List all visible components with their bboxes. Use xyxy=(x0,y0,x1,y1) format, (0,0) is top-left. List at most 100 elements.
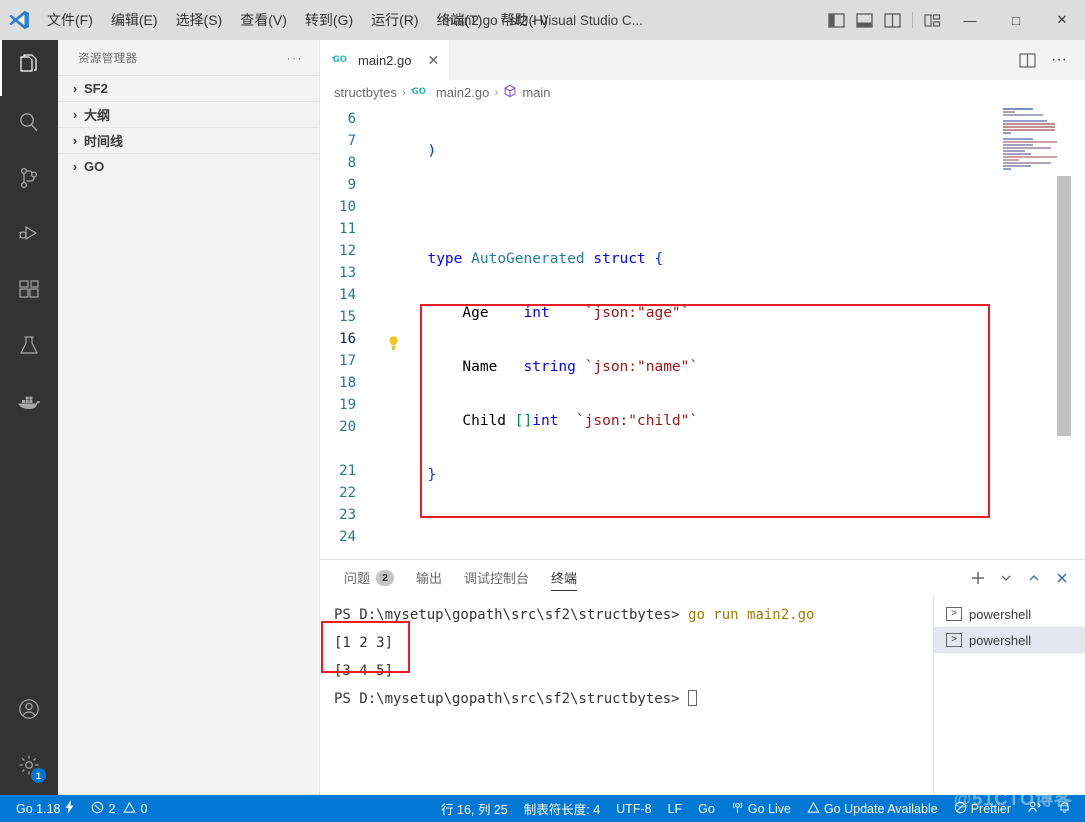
menu-go[interactable]: 转到(G) xyxy=(296,0,362,40)
more-actions-icon[interactable]: ··· xyxy=(1045,46,1073,74)
activity-item-settings[interactable]: 1 xyxy=(0,739,58,795)
explorer-sidebar: 资源管理器 ··· › SF2 › 大纲 › 时间线 › GO xyxy=(58,40,320,795)
editor-toolbar: ··· xyxy=(1013,40,1085,80)
sidebar-item-sf2[interactable]: › SF2 xyxy=(58,75,319,101)
code-line: ) xyxy=(410,143,437,159)
go-live-label: Go Live xyxy=(747,801,791,816)
tab-debug-console[interactable]: 调试控制台 xyxy=(454,560,539,595)
status-go-version[interactable]: Go 1.18 xyxy=(8,795,83,822)
error-count: 2 xyxy=(108,801,116,816)
close-panel-icon[interactable] xyxy=(1049,565,1075,591)
activity-item-explorer[interactable] xyxy=(0,40,58,96)
code-editor[interactable]: 6 7 8 9 10 11 12 13 14 15 16 17 18 19 20… xyxy=(320,104,1085,559)
remote-icon xyxy=(1027,800,1042,817)
activity-item-testing[interactable] xyxy=(0,320,58,376)
prettier-blocked-icon xyxy=(954,801,967,817)
menu-edit[interactable]: 编辑(E) xyxy=(102,0,167,40)
chevron-right-icon: › xyxy=(72,107,78,122)
activity-item-accounts[interactable] xyxy=(0,683,58,739)
status-go-live[interactable]: Go Live xyxy=(723,795,799,822)
activity-item-run-debug[interactable] xyxy=(0,208,58,264)
tab-close-icon[interactable]: ✕ xyxy=(427,53,439,67)
panel-tab-label: 输出 xyxy=(416,571,443,586)
customize-layout-icon[interactable] xyxy=(919,0,947,40)
lightbulb-quickfix-icon[interactable] xyxy=(380,332,406,354)
status-remote[interactable] xyxy=(1019,795,1050,822)
vscode-window: 文件(F) 编辑(E) 选择(S) 查看(V) 转到(G) 运行(R) 终端(T… xyxy=(0,0,1085,822)
activity-item-docker[interactable] xyxy=(0,376,58,432)
status-cursor-position[interactable]: 行 16, 列 25 xyxy=(433,795,516,822)
toggle-primary-sidebar-icon[interactable] xyxy=(822,0,850,40)
titlebar-controls: — □ ✕ xyxy=(822,0,1085,40)
tab-output[interactable]: 输出 xyxy=(406,560,452,595)
menu-run[interactable]: 运行(R) xyxy=(362,0,427,40)
code-content[interactable]: ) type AutoGenerated struct { Age int `j… xyxy=(406,104,1085,559)
menu-help[interactable]: 帮助(H) xyxy=(491,0,556,40)
warning-icon xyxy=(807,801,820,817)
menu-terminal[interactable]: 终端(T) xyxy=(428,0,492,40)
activity-item-search[interactable] xyxy=(0,96,58,152)
sidebar-item-go[interactable]: › GO xyxy=(58,153,319,179)
go-update-label: Go Update Available xyxy=(823,801,938,816)
code-line: } xyxy=(427,467,437,483)
tab-problems[interactable]: 问题 2 xyxy=(334,560,404,595)
menu-view[interactable]: 查看(V) xyxy=(231,0,296,40)
sidebar-item-timeline[interactable]: › 时间线 xyxy=(58,127,319,153)
breadcrumb-item-file[interactable]: main2.go xyxy=(436,85,489,100)
divider xyxy=(912,12,913,28)
status-tab-size[interactable]: 制表符长度: 4 xyxy=(516,795,608,822)
line-number-active: 16 xyxy=(339,331,356,347)
breadcrumb-item-folder[interactable]: structbytes xyxy=(334,85,397,100)
terminal-list-item[interactable]: > powershell xyxy=(934,601,1085,627)
breadcrumb-item-symbol[interactable]: main xyxy=(522,85,550,100)
status-eol[interactable]: LF xyxy=(660,795,691,822)
menu-selection[interactable]: 选择(S) xyxy=(167,0,232,40)
terminal-dropdown-icon[interactable] xyxy=(993,565,1019,591)
chevron-right-icon: › xyxy=(72,159,78,174)
close-button[interactable]: ✕ xyxy=(1039,0,1085,40)
terminal-cursor xyxy=(688,690,698,706)
status-go-update[interactable]: Go Update Available xyxy=(799,795,946,822)
status-bar: Go 1.18 2 0 行 16, 列 25 制表符长度: 4 UTF-8 LF xyxy=(0,789,1085,822)
terminal-output[interactable]: PS D:\mysetup\gopath\src\sf2\structbytes… xyxy=(320,595,933,795)
line-number: 19 xyxy=(339,397,356,413)
minimize-button[interactable]: — xyxy=(947,0,993,40)
workbench-body: 1 资源管理器 ··· › SF2 › 大纲 › 时间线 › GO GO mai… xyxy=(0,40,1085,795)
new-terminal-icon[interactable] xyxy=(965,565,991,591)
minimap[interactable] xyxy=(999,104,1071,559)
line-number: 13 xyxy=(339,265,356,281)
sidebar-header: 资源管理器 ··· xyxy=(58,40,319,75)
beaker-icon xyxy=(17,334,41,363)
activity-item-source-control[interactable] xyxy=(0,152,58,208)
sidebar-title: 资源管理器 xyxy=(78,52,138,65)
sidebar-more-actions-icon[interactable]: ··· xyxy=(287,51,312,65)
go-file-icon: GO xyxy=(410,85,431,100)
line-number: 14 xyxy=(339,287,356,303)
warning-icon xyxy=(123,801,137,817)
menu-file[interactable]: 文件(F) xyxy=(38,0,102,40)
line-number: 10 xyxy=(339,199,356,215)
status-encoding[interactable]: UTF-8 xyxy=(608,795,659,822)
status-prettier[interactable]: Prettier xyxy=(946,795,1019,822)
code-line: Age int `json:"age"` xyxy=(410,305,690,321)
sidebar-item-outline[interactable]: › 大纲 xyxy=(58,101,319,127)
scrollbar-thumb[interactable] xyxy=(1057,176,1071,436)
activity-item-extensions[interactable] xyxy=(0,264,58,320)
line-number: 21 xyxy=(339,463,356,479)
panel-tabs: 问题 2 输出 调试控制台 终端 xyxy=(320,560,1085,595)
terminal-list-item-selected[interactable]: > powershell xyxy=(934,627,1085,653)
status-language-mode[interactable]: Go xyxy=(690,795,723,822)
maximize-button[interactable]: □ xyxy=(993,0,1039,40)
toggle-panel-icon[interactable] xyxy=(850,0,878,40)
settings-badge: 1 xyxy=(31,768,46,783)
terminal-line: [3 4 5] xyxy=(334,663,394,679)
split-editor-icon[interactable] xyxy=(1013,46,1041,74)
toggle-secondary-sidebar-icon[interactable] xyxy=(878,0,906,40)
status-problems[interactable]: 2 0 xyxy=(83,795,155,822)
tab-terminal[interactable]: 终端 xyxy=(541,560,587,595)
tab-main2-go[interactable]: GO main2.go ✕ xyxy=(320,40,451,80)
editor-scrollbar[interactable] xyxy=(1057,104,1071,559)
maximize-panel-icon[interactable] xyxy=(1021,565,1047,591)
menu-bar: 文件(F) 编辑(E) 选择(S) 查看(V) 转到(G) 运行(R) 终端(T… xyxy=(38,0,557,40)
status-notifications[interactable] xyxy=(1050,795,1079,822)
